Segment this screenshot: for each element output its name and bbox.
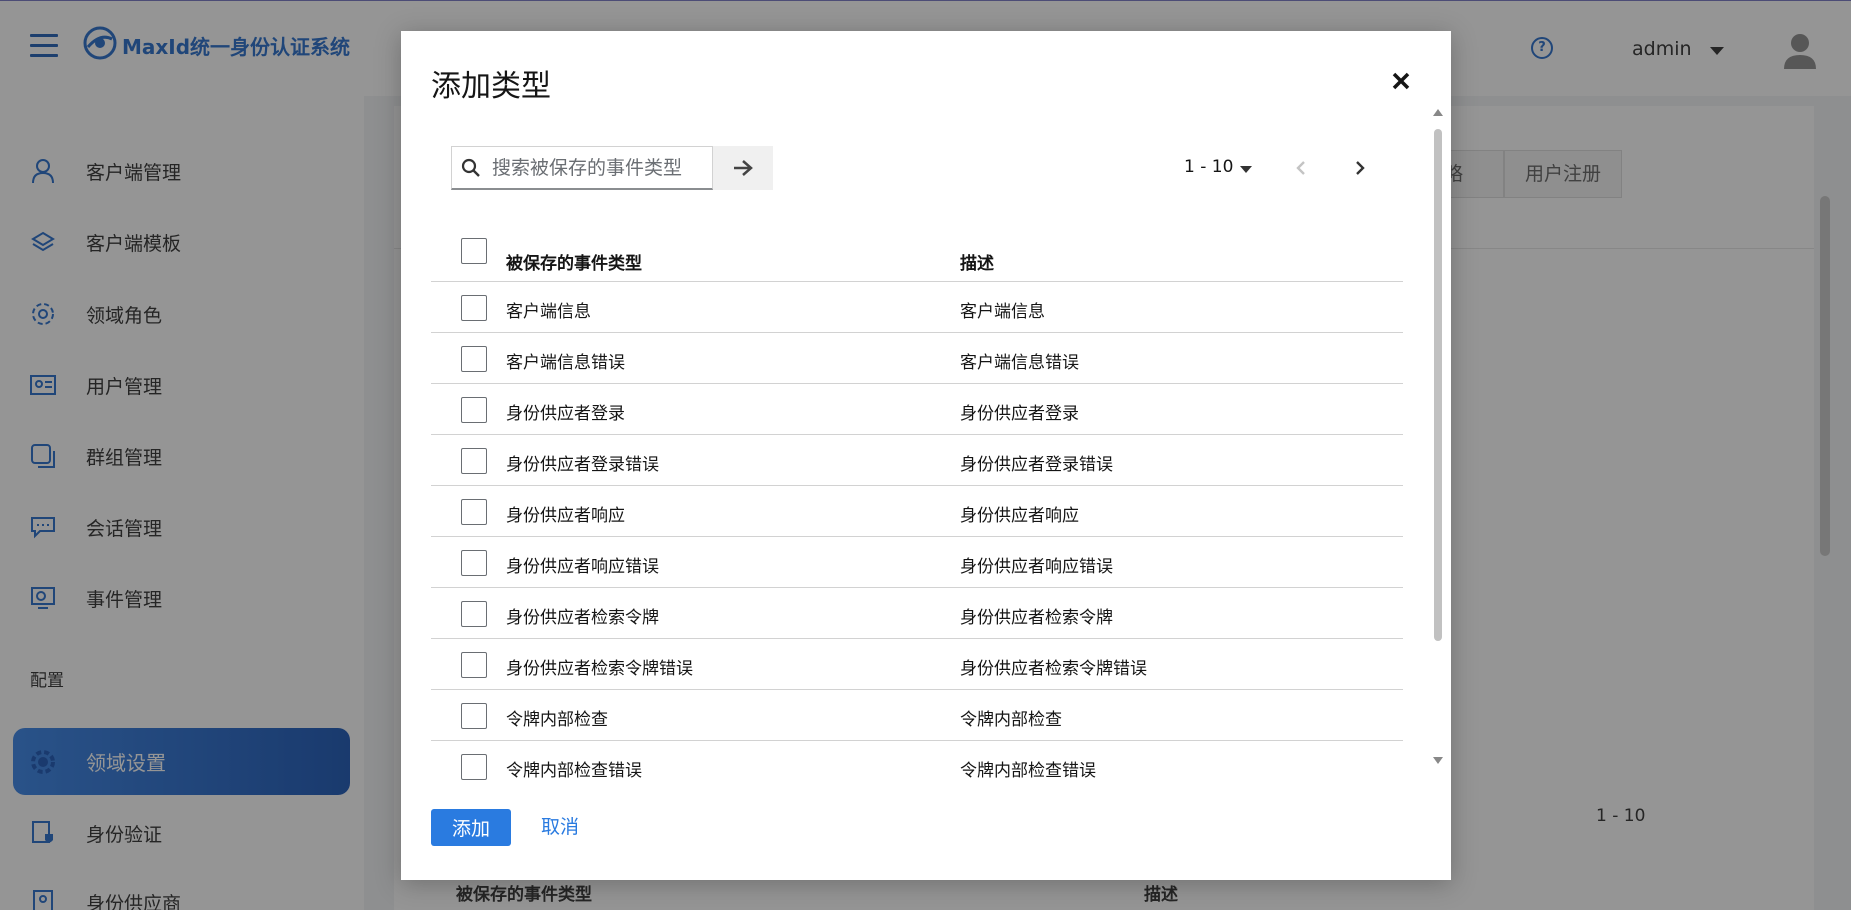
scroll-up-icon[interactable] [1433,109,1443,116]
cell-type: 身份供应者检索令牌 [506,608,659,628]
column-header-desc: 描述 [960,254,994,274]
cell-desc: 身份供应者响应错误 [960,557,1113,577]
row-checkbox[interactable] [461,703,487,729]
row-checkbox[interactable] [461,448,487,474]
column-header-type: 被保存的事件类型 [506,254,642,274]
row-checkbox[interactable] [461,754,487,780]
row-checkbox[interactable] [461,652,487,678]
scroll-down-icon[interactable] [1433,757,1443,764]
search-input[interactable] [492,153,706,183]
cell-type: 客户端信息 [506,302,591,322]
add-type-modal: 添加类型 1 - 10 被保存的事件类型 描述 客户端信息 客户端 [401,31,1451,880]
event-types-table: 被保存的事件类型 描述 客户端信息 客户端信息 客户端信息错误 客户端信息错误 … [431,221,1403,792]
pagination-range[interactable]: 1 - 10 [1184,157,1233,177]
table-row: 令牌内部检查错误 令牌内部检查错误 [431,741,1403,792]
add-button[interactable]: 添加 [431,809,511,846]
table-row: 令牌内部检查 令牌内部检查 [431,690,1403,741]
cell-type: 身份供应者登录 [506,404,625,424]
row-checkbox[interactable] [461,601,487,627]
row-checkbox[interactable] [461,295,487,321]
search-icon [461,158,480,177]
table-row: 身份供应者登录 身份供应者登录 [431,384,1403,435]
table-row: 身份供应者检索令牌 身份供应者检索令牌 [431,588,1403,639]
modal-scrollbar-thumb[interactable] [1434,129,1442,641]
cell-type: 身份供应者响应错误 [506,557,659,577]
row-checkbox[interactable] [461,550,487,576]
cell-type: 令牌内部检查 [506,710,608,730]
search-field [451,146,713,190]
row-checkbox[interactable] [461,499,487,525]
cell-type: 身份供应者响应 [506,506,625,526]
cell-desc: 身份供应者登录错误 [960,455,1113,475]
table-row: 身份供应者响应错误 身份供应者响应错误 [431,537,1403,588]
cell-desc: 令牌内部检查错误 [960,761,1096,781]
cancel-button[interactable]: 取消 [541,809,579,846]
table-row: 客户端信息 客户端信息 [431,282,1403,333]
table-row: 身份供应者检索令牌错误 身份供应者检索令牌错误 [431,639,1403,690]
close-icon[interactable] [1389,69,1413,93]
previous-page-icon[interactable] [1292,159,1310,177]
cell-desc: 身份供应者检索令牌错误 [960,659,1147,679]
cell-desc: 身份供应者响应 [960,506,1079,526]
cell-type: 身份供应者检索令牌错误 [506,659,693,679]
search-submit-button[interactable] [713,146,773,190]
cell-desc: 身份供应者登录 [960,404,1079,424]
row-checkbox[interactable] [461,397,487,423]
cell-type: 身份供应者登录错误 [506,455,659,475]
table-row: 身份供应者登录错误 身份供应者登录错误 [431,435,1403,486]
row-checkbox[interactable] [461,346,487,372]
next-page-icon[interactable] [1351,159,1369,177]
modal-title: 添加类型 [431,69,551,104]
cell-desc: 身份供应者检索令牌 [960,608,1113,628]
table-row: 身份供应者响应 身份供应者响应 [431,486,1403,537]
table-header: 被保存的事件类型 描述 [431,221,1403,282]
pagination-dropdown-icon[interactable] [1240,166,1252,173]
select-all-checkbox[interactable] [461,238,487,264]
cell-type: 客户端信息错误 [506,353,625,373]
table-row: 客户端信息错误 客户端信息错误 [431,333,1403,384]
cell-type: 令牌内部检查错误 [506,761,642,781]
cell-desc: 令牌内部检查 [960,710,1062,730]
cell-desc: 客户端信息错误 [960,353,1079,373]
arrow-right-icon [734,160,753,176]
cell-desc: 客户端信息 [960,302,1045,322]
